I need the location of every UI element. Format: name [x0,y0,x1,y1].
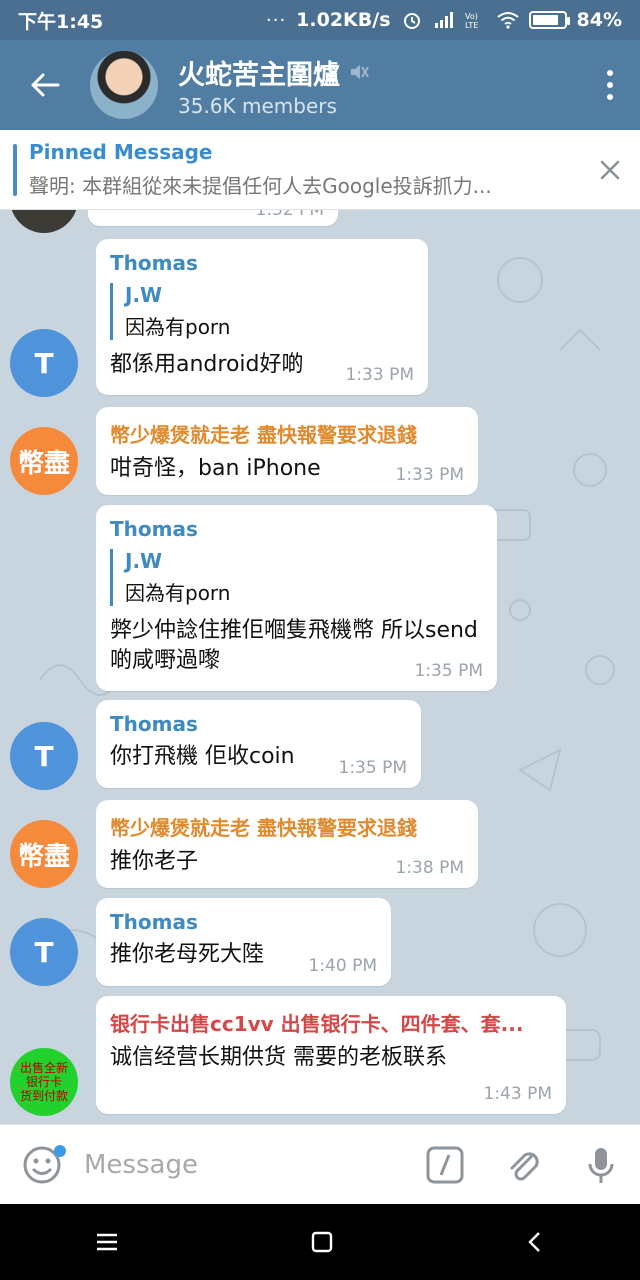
attach-button[interactable] [484,1125,562,1205]
menu-icon[interactable] [94,1231,120,1253]
pinned-message[interactable]: Pinned Message 聲明: 本群組從來未提倡任何人去Google投訴抓… [0,130,640,210]
message-time: 1:35 PM [414,661,484,681]
member-count: 35.6K members [178,93,337,118]
paperclip-icon [510,1151,539,1180]
pinned-bar [13,143,17,196]
signal-icon [434,12,453,28]
back-button[interactable] [0,40,90,130]
battery-icon [528,11,570,29]
message-bubble[interactable]: Thomas J.W 因為有porn 弊少仲諗住推佢嗰隻飛機幣 所以send啲咸… [96,505,497,691]
back-arrow-icon [31,73,60,97]
muted-icon [351,65,369,79]
message-bubble[interactable]: Thomas J.W 因為有porn 都係用android好啲 1:33 PM [96,239,428,395]
message-text: 诚信经营长期供货 需要的老板联系 [110,1045,447,1070]
message-time: 1:40 PM [308,956,378,976]
voice-button[interactable] [562,1125,640,1205]
svg-text:LTE: LTE [465,21,478,29]
message-bubble[interactable]: Thomas 你打飛機 佢收coin 1:35 PM [96,700,421,788]
reply-quote[interactable]: J.W 因為有porn [110,549,483,606]
close-pinned-button[interactable] [580,130,640,210]
more-menu-button[interactable] [580,40,640,130]
bot-command-button[interactable] [406,1125,484,1205]
back-nav-icon[interactable] [524,1229,546,1255]
status-bar: 下午1:45 ··· 1.02KB/s Vo) LTE 84% [0,0,640,40]
reply-quote[interactable]: J.W 因為有porn [110,283,414,340]
message-list[interactable]: 1:32 PM T Thomas J.W 因為有porn 都係用android好… [0,210,640,1124]
message-input[interactable]: Message [84,1150,406,1180]
pinned-text: 聲明: 本群組從來未提倡任何人去Google投訴抓力... [29,174,492,198]
avatar-bi[interactable]: 幣盡 [10,427,78,495]
quote-sender: J.W [125,549,163,573]
message-time: 1:32 PM [255,210,325,220]
message-sender: Thomas [110,517,198,541]
battery-percent: 84% [576,9,622,31]
status-right: ··· 1.02KB/s Vo) LTE 84% [266,9,622,31]
message-sender: Thomas [110,251,198,275]
avatar-thomas[interactable]: T [10,329,78,397]
wifi-icon [496,12,519,29]
message-bubble[interactable]: 幣少爆煲就走老 盡快報警要求退錢 推你老子 1:38 PM [96,800,478,888]
message-bubble[interactable]: Thomas 推你老母死大陸 1:40 PM [96,898,391,986]
alarm-icon [403,13,420,29]
group-avatar[interactable] [90,51,158,119]
notification-dot [54,1144,66,1157]
home-icon[interactable] [309,1229,335,1255]
pinned-label: Pinned Message [29,140,213,164]
status-time: 下午1:45 [18,10,104,33]
message-time: 1:38 PM [395,858,465,878]
system-nav-bar [0,1204,640,1280]
message-time: 1:35 PM [338,758,408,778]
message-sender: Thomas [110,712,198,736]
emoji-button[interactable] [0,1125,84,1205]
message-sender: 幣少爆煲就走老 盡快報警要求退錢 [110,816,417,840]
chat-header: 火蛇苦主圍爐 35.6K members [0,40,640,130]
message-bubble[interactable]: 银行卡出售cc1vv 出售银行卡、四件套、套... 诚信经营长期供货 需要的老板… [96,996,566,1114]
avatar-bi[interactable]: 幣盡 [10,820,78,888]
slash-command-icon [426,1146,464,1183]
message-sender: Thomas [110,910,198,934]
message-composer: Message [0,1124,640,1204]
message-time: 1:33 PM [345,365,415,385]
quote-text: 因為有porn [125,581,231,605]
quote-text: 因為有porn [125,315,231,339]
message-sender: 银行卡出售cc1vv 出售银行卡、四件套、套... [110,1012,524,1036]
message-sender: 幣少爆煲就走老 盡快報警要求退錢 [110,423,417,447]
message-bubble[interactable]: 幣少爆煲就走老 盡快報警要求退錢 咁奇怪，ban iPhone 1:33 PM [96,407,478,495]
message-time: 1:43 PM [483,1084,553,1104]
group-info[interactable]: 火蛇苦主圍爐 35.6K members [178,53,580,118]
avatar-thomas[interactable]: T [10,722,78,790]
volte-icon: Vo)LTE [465,12,478,29]
close-icon [600,160,620,179]
message-bubble-partial[interactable]: 1:32 PM [88,210,338,226]
message-time: 1:33 PM [395,465,465,485]
more-dots: ··· [266,9,287,31]
group-title: 火蛇苦主圍爐 [178,59,340,91]
avatar-bank-card-seller[interactable]: 出售全新 银行卡 货到付款 [10,1048,78,1116]
quote-sender: J.W [125,283,163,307]
avatar-thomas[interactable]: T [10,918,78,986]
microphone-icon [588,1147,614,1183]
network-speed: 1.02KB/s [296,9,391,31]
svg-text:Vo): Vo) [465,12,478,21]
